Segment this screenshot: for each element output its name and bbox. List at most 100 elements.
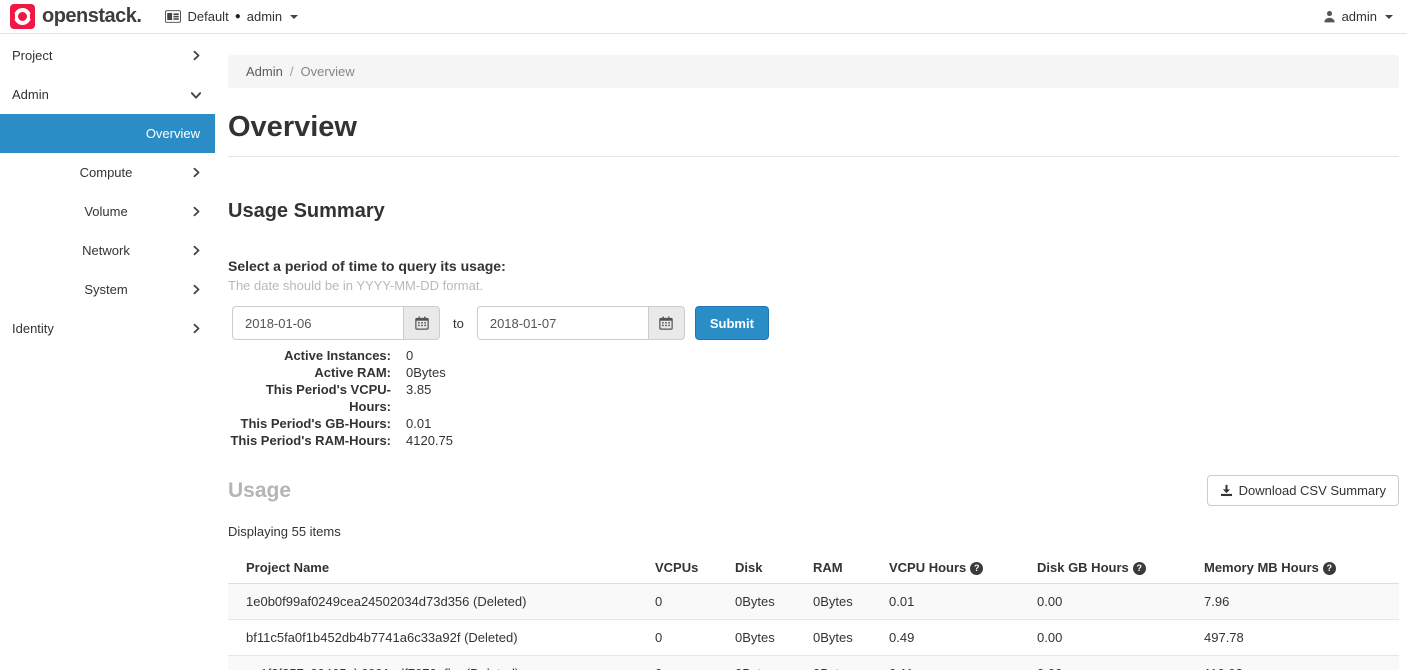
chevron-right-icon bbox=[190, 206, 202, 217]
user-menu[interactable]: admin bbox=[1323, 9, 1393, 24]
sidebar-item-network[interactable]: Network bbox=[0, 231, 215, 270]
chevron-down-icon bbox=[190, 89, 202, 101]
main-content: Admin / Overview Overview Usage Summary … bbox=[215, 34, 1407, 669]
items-count: Displaying 55 items bbox=[228, 524, 1399, 539]
date-from-calendar-addon[interactable] bbox=[403, 306, 440, 340]
calendar-icon bbox=[659, 316, 673, 330]
openstack-brand[interactable]: openstack. bbox=[10, 4, 141, 29]
stat-value: 0.01 bbox=[406, 415, 431, 432]
openstack-logo-icon bbox=[10, 4, 35, 29]
cell-vcpus: 0 bbox=[655, 584, 735, 620]
sidebar-item-identity[interactable]: Identity bbox=[0, 309, 215, 348]
to-label: to bbox=[453, 316, 464, 331]
sidebar-item-compute[interactable]: Compute bbox=[0, 153, 215, 192]
col-vcpus: VCPUs bbox=[655, 552, 735, 584]
stat-row: This Period's RAM-Hours: 4120.75 bbox=[228, 432, 1399, 449]
stat-label: Active Instances: bbox=[228, 347, 391, 364]
help-icon[interactable]: ? bbox=[1323, 562, 1336, 575]
cell-project-name: ea1f2f357c09465eb6991edf7079efbe (Delete… bbox=[228, 656, 655, 670]
cell-ram: 0Bytes bbox=[813, 656, 889, 670]
stat-label: This Period's GB-Hours: bbox=[228, 415, 391, 432]
breadcrumb: Admin / Overview bbox=[228, 55, 1399, 88]
date-from-group bbox=[232, 306, 440, 340]
cell-disk: 0Bytes bbox=[735, 620, 813, 656]
col-disk: Disk bbox=[735, 552, 813, 584]
cell-vcpus: 0 bbox=[655, 620, 735, 656]
date-from-input[interactable] bbox=[232, 306, 403, 340]
cell-memory-mb-hours: 7.96 bbox=[1204, 584, 1399, 620]
title-divider bbox=[228, 156, 1399, 157]
chevron-right-icon bbox=[190, 50, 202, 61]
breadcrumb-separator: / bbox=[290, 64, 294, 79]
breadcrumb-admin[interactable]: Admin bbox=[246, 64, 283, 79]
sidebar-item-overview[interactable]: Overview bbox=[0, 114, 215, 153]
col-project-name: Project Name bbox=[228, 552, 655, 584]
stat-value: 4120.75 bbox=[406, 432, 453, 449]
projects-list-icon bbox=[165, 10, 181, 23]
date-to-calendar-addon[interactable] bbox=[648, 306, 685, 340]
sidebar-item-system[interactable]: System bbox=[0, 270, 215, 309]
stat-value: 3.85 bbox=[406, 381, 431, 415]
download-csv-label: Download CSV Summary bbox=[1239, 483, 1386, 498]
cell-disk: 0Bytes bbox=[735, 656, 813, 670]
brand-text: openstack. bbox=[42, 5, 141, 28]
usage-table: Project Name VCPUs Disk RAM VCPU Hours? … bbox=[228, 552, 1399, 670]
usage-stats: Active Instances: 0 Active RAM: 0Bytes T… bbox=[228, 347, 1399, 449]
help-icon[interactable]: ? bbox=[1133, 562, 1146, 575]
stat-row: This Period's VCPU-Hours: 3.85 bbox=[228, 381, 1399, 415]
cell-disk-gb-hours: 0.00 bbox=[1037, 584, 1204, 620]
chevron-right-icon bbox=[190, 284, 202, 295]
stat-value: 0Bytes bbox=[406, 364, 446, 381]
page-title: Overview bbox=[228, 108, 1399, 146]
domain-project-switcher[interactable]: Default ● admin bbox=[165, 9, 298, 24]
stat-label: This Period's VCPU-Hours: bbox=[228, 381, 391, 415]
period-prompt: Select a period of time to query its usa… bbox=[228, 257, 1399, 275]
cell-disk: 0Bytes bbox=[735, 584, 813, 620]
chevron-right-icon bbox=[190, 323, 202, 334]
sidebar-item-volume[interactable]: Volume bbox=[0, 192, 215, 231]
cell-ram: 0Bytes bbox=[813, 584, 889, 620]
col-vcpu-hours: VCPU Hours? bbox=[889, 552, 1037, 584]
usage-period-form: to Submit bbox=[232, 306, 1399, 340]
current-domain: Default bbox=[187, 9, 228, 24]
cell-vcpu-hours: 0.11 bbox=[889, 656, 1037, 670]
breadcrumb-overview: Overview bbox=[300, 64, 354, 79]
submit-button[interactable]: Submit bbox=[695, 306, 769, 340]
cell-disk-gb-hours: 0.00 bbox=[1037, 656, 1204, 670]
sidebar-item-admin[interactable]: Admin bbox=[0, 75, 215, 114]
chevron-down-icon bbox=[290, 15, 298, 19]
cell-vcpus: 0 bbox=[655, 656, 735, 670]
cell-ram: 0Bytes bbox=[813, 620, 889, 656]
stat-row: Active Instances: 0 bbox=[228, 347, 1399, 364]
cell-vcpu-hours: 0.01 bbox=[889, 584, 1037, 620]
download-icon bbox=[1220, 484, 1233, 497]
calendar-icon bbox=[415, 316, 429, 330]
usage-table-row: ea1f2f357c09465eb6991edf7079efbe (Delete… bbox=[228, 656, 1399, 670]
download-csv-button[interactable]: Download CSV Summary bbox=[1207, 475, 1399, 506]
usage-table-row: 1e0b0f99af0249cea24502034d73d356 (Delete… bbox=[228, 584, 1399, 620]
stat-label: Active RAM: bbox=[228, 364, 391, 381]
date-to-group bbox=[477, 306, 685, 340]
cell-vcpu-hours: 0.49 bbox=[889, 620, 1037, 656]
stat-label: This Period's RAM-Hours: bbox=[228, 432, 391, 449]
stat-row: This Period's GB-Hours: 0.01 bbox=[228, 415, 1399, 432]
col-memory-mb-hours: Memory MB Hours? bbox=[1204, 552, 1399, 584]
usage-table-header-row: Project Name VCPUs Disk RAM VCPU Hours? … bbox=[228, 552, 1399, 584]
period-hint: The date should be in YYYY-MM-DD format. bbox=[228, 278, 1399, 293]
date-to-input[interactable] bbox=[477, 306, 648, 340]
context-separator-dot: ● bbox=[235, 11, 241, 22]
col-disk-gb-hours: Disk GB Hours? bbox=[1037, 552, 1204, 584]
usage-table-row: bf11c5fa0f1b452db4b7741a6c33a92f (Delete… bbox=[228, 620, 1399, 656]
cell-memory-mb-hours: 110.93 bbox=[1204, 656, 1399, 670]
cell-project-name: 1e0b0f99af0249cea24502034d73d356 (Delete… bbox=[228, 584, 655, 620]
user-menu-label: admin bbox=[1342, 9, 1377, 24]
cell-project-name: bf11c5fa0f1b452db4b7741a6c33a92f (Delete… bbox=[228, 620, 655, 656]
user-icon bbox=[1323, 10, 1336, 23]
stat-value: 0 bbox=[406, 347, 413, 364]
help-icon[interactable]: ? bbox=[970, 562, 983, 575]
chevron-right-icon bbox=[190, 245, 202, 256]
usage-summary-heading: Usage Summary bbox=[228, 199, 1399, 223]
usage-section-heading: Usage bbox=[228, 479, 291, 503]
sidebar-item-project[interactable]: Project bbox=[0, 36, 215, 75]
col-ram: RAM bbox=[813, 552, 889, 584]
